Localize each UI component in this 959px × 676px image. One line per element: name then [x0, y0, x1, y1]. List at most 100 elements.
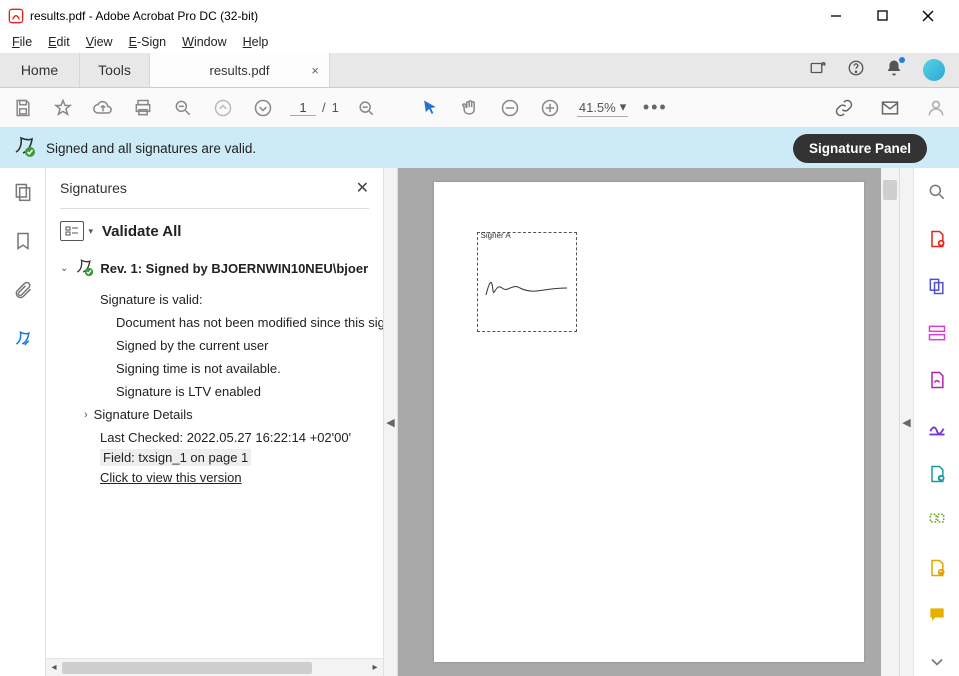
- menu-esign[interactable]: E-Sign: [121, 33, 175, 51]
- create-pdf-icon[interactable]: [927, 229, 947, 254]
- tab-tools[interactable]: Tools: [80, 53, 150, 87]
- signature-field-label: Signer A: [481, 231, 511, 240]
- bookmark-icon[interactable]: [13, 231, 33, 256]
- revision-row[interactable]: ⌄ Rev. 1: Signed by BJOERNWIN10NEU\bjoer: [60, 257, 383, 280]
- signature-details-label: Signature Details: [94, 407, 193, 422]
- signature-detail-1: Document has not been modified since thi…: [60, 311, 383, 334]
- zoom-out-find-icon[interactable]: [170, 95, 196, 121]
- minimize-button[interactable]: [813, 1, 859, 31]
- attachment-icon[interactable]: [13, 280, 33, 305]
- expand-caret-icon[interactable]: ⌄: [60, 263, 68, 274]
- toolbar: / 1 41.5% ▾ •••: [0, 88, 959, 128]
- page-number: / 1: [290, 100, 339, 116]
- signature-options-icon[interactable]: [60, 221, 84, 241]
- select-tool-icon[interactable]: [417, 95, 443, 121]
- page-down-icon[interactable]: [250, 95, 276, 121]
- export-pdf-icon[interactable]: [927, 464, 947, 489]
- comment-icon[interactable]: [927, 605, 947, 630]
- fill-sign-icon[interactable]: [927, 417, 947, 442]
- signatures-panel-icon[interactable]: [13, 329, 33, 354]
- tab-home[interactable]: Home: [0, 53, 80, 87]
- signature-panel-button[interactable]: Signature Panel: [793, 134, 927, 163]
- close-window-button[interactable]: [905, 1, 951, 31]
- signature-detail-2: Signed by the current user: [60, 334, 383, 357]
- star-icon[interactable]: [50, 95, 76, 121]
- pdf-page: Signer A: [434, 182, 864, 662]
- zoom-marquee-icon[interactable]: [353, 95, 379, 121]
- account-icon[interactable]: [923, 95, 949, 121]
- cloud-upload-icon[interactable]: [90, 95, 116, 121]
- email-icon[interactable]: [877, 95, 903, 121]
- edit-pdf-icon[interactable]: [927, 323, 947, 348]
- signature-detail-4: Signature is LTV enabled: [60, 380, 383, 403]
- print-icon[interactable]: [130, 95, 156, 121]
- request-sign-icon[interactable]: [927, 370, 947, 395]
- profile-avatar[interactable]: [923, 59, 945, 81]
- page-up-icon[interactable]: [210, 95, 236, 121]
- combine-files-icon[interactable]: [927, 276, 947, 301]
- signature-status-message: Signed and all signatures are valid.: [46, 141, 783, 156]
- page-current-input[interactable]: [290, 100, 316, 116]
- tab-strip: Home Tools results.pdf ×: [0, 53, 959, 88]
- menu-file[interactable]: File: [4, 33, 40, 51]
- page-total: 1: [332, 100, 339, 115]
- signature-details-row[interactable]: › Signature Details: [60, 403, 383, 426]
- chevron-down-icon: ▾: [620, 99, 627, 115]
- vscroll-thumb[interactable]: [883, 180, 897, 200]
- document-vscrollbar[interactable]: [881, 168, 899, 676]
- send-comments-icon[interactable]: [927, 558, 947, 583]
- right-rail: [913, 168, 959, 676]
- signature-field[interactable]: Signer A: [477, 232, 577, 332]
- zoom-select[interactable]: 41.5% ▾: [577, 98, 628, 117]
- hand-tool-icon[interactable]: [457, 95, 483, 121]
- signature-image: [484, 277, 569, 297]
- zoom-in-icon[interactable]: [537, 95, 563, 121]
- menu-bar: File Edit View E-Sign Window Help: [0, 31, 959, 53]
- more-tools-icon[interactable]: [927, 652, 947, 676]
- acrobat-icon: [8, 8, 24, 24]
- tab-close-icon[interactable]: ×: [311, 63, 319, 78]
- menu-help[interactable]: Help: [235, 33, 277, 51]
- validate-all-button[interactable]: Validate All: [102, 223, 181, 240]
- scroll-left-icon[interactable]: ◂: [46, 662, 62, 673]
- share-icon[interactable]: [809, 59, 827, 82]
- zoom-value: 41.5%: [579, 100, 616, 115]
- side-panel-close-icon[interactable]: ✕: [356, 178, 369, 198]
- save-icon[interactable]: [10, 95, 36, 121]
- search-tool-icon[interactable]: [927, 182, 947, 207]
- signature-valid-icon: [12, 134, 36, 163]
- field-line[interactable]: Field: txsign_1 on page 1: [100, 449, 251, 466]
- zoom-out-icon[interactable]: [497, 95, 523, 121]
- tab-document-label: results.pdf: [210, 63, 270, 78]
- menu-edit[interactable]: Edit: [40, 33, 78, 51]
- notifications-icon[interactable]: [885, 59, 903, 82]
- signature-valid-small-icon: [74, 257, 94, 280]
- maximize-button[interactable]: [859, 1, 905, 31]
- tab-document[interactable]: results.pdf ×: [150, 53, 330, 87]
- signature-detail-3: Signing time is not available.: [60, 357, 383, 380]
- help-icon[interactable]: [847, 59, 865, 82]
- link-share-icon[interactable]: [831, 95, 857, 121]
- signature-status-line: Signature is valid:: [60, 288, 383, 311]
- main-area: Signatures ✕ Validate All ⌄ Rev. 1: Sign…: [0, 168, 959, 676]
- menu-view[interactable]: View: [78, 33, 121, 51]
- side-panel-hscrollbar[interactable]: ◂ ▸: [46, 658, 383, 676]
- title-bar: results.pdf - Adobe Acrobat Pro DC (32-b…: [0, 0, 959, 31]
- signatures-side-panel: Signatures ✕ Validate All ⌄ Rev. 1: Sign…: [46, 168, 384, 676]
- scroll-thumb[interactable]: [62, 662, 312, 674]
- signature-status-bar: Signed and all signatures are valid. Sig…: [0, 128, 959, 168]
- menu-window[interactable]: Window: [174, 33, 234, 51]
- scroll-right-icon[interactable]: ▸: [367, 662, 383, 673]
- window-title: results.pdf - Adobe Acrobat Pro DC (32-b…: [30, 9, 813, 23]
- view-version-link[interactable]: Click to view this version: [60, 466, 383, 489]
- organize-pages-icon[interactable]: [927, 511, 947, 536]
- revision-title: Rev. 1: Signed by BJOERNWIN10NEU\bjoer: [100, 261, 368, 276]
- page-sep: /: [322, 100, 326, 115]
- document-view[interactable]: Signer A: [398, 168, 899, 676]
- thumbnails-icon[interactable]: [13, 182, 33, 207]
- collapse-right-handle[interactable]: ◀: [899, 168, 913, 676]
- last-checked-line: Last Checked: 2022.05.27 16:22:14 +02'00…: [60, 426, 383, 449]
- left-rail: [0, 168, 46, 676]
- more-icon[interactable]: •••: [642, 95, 668, 121]
- collapse-panel-handle[interactable]: ◀: [384, 168, 398, 676]
